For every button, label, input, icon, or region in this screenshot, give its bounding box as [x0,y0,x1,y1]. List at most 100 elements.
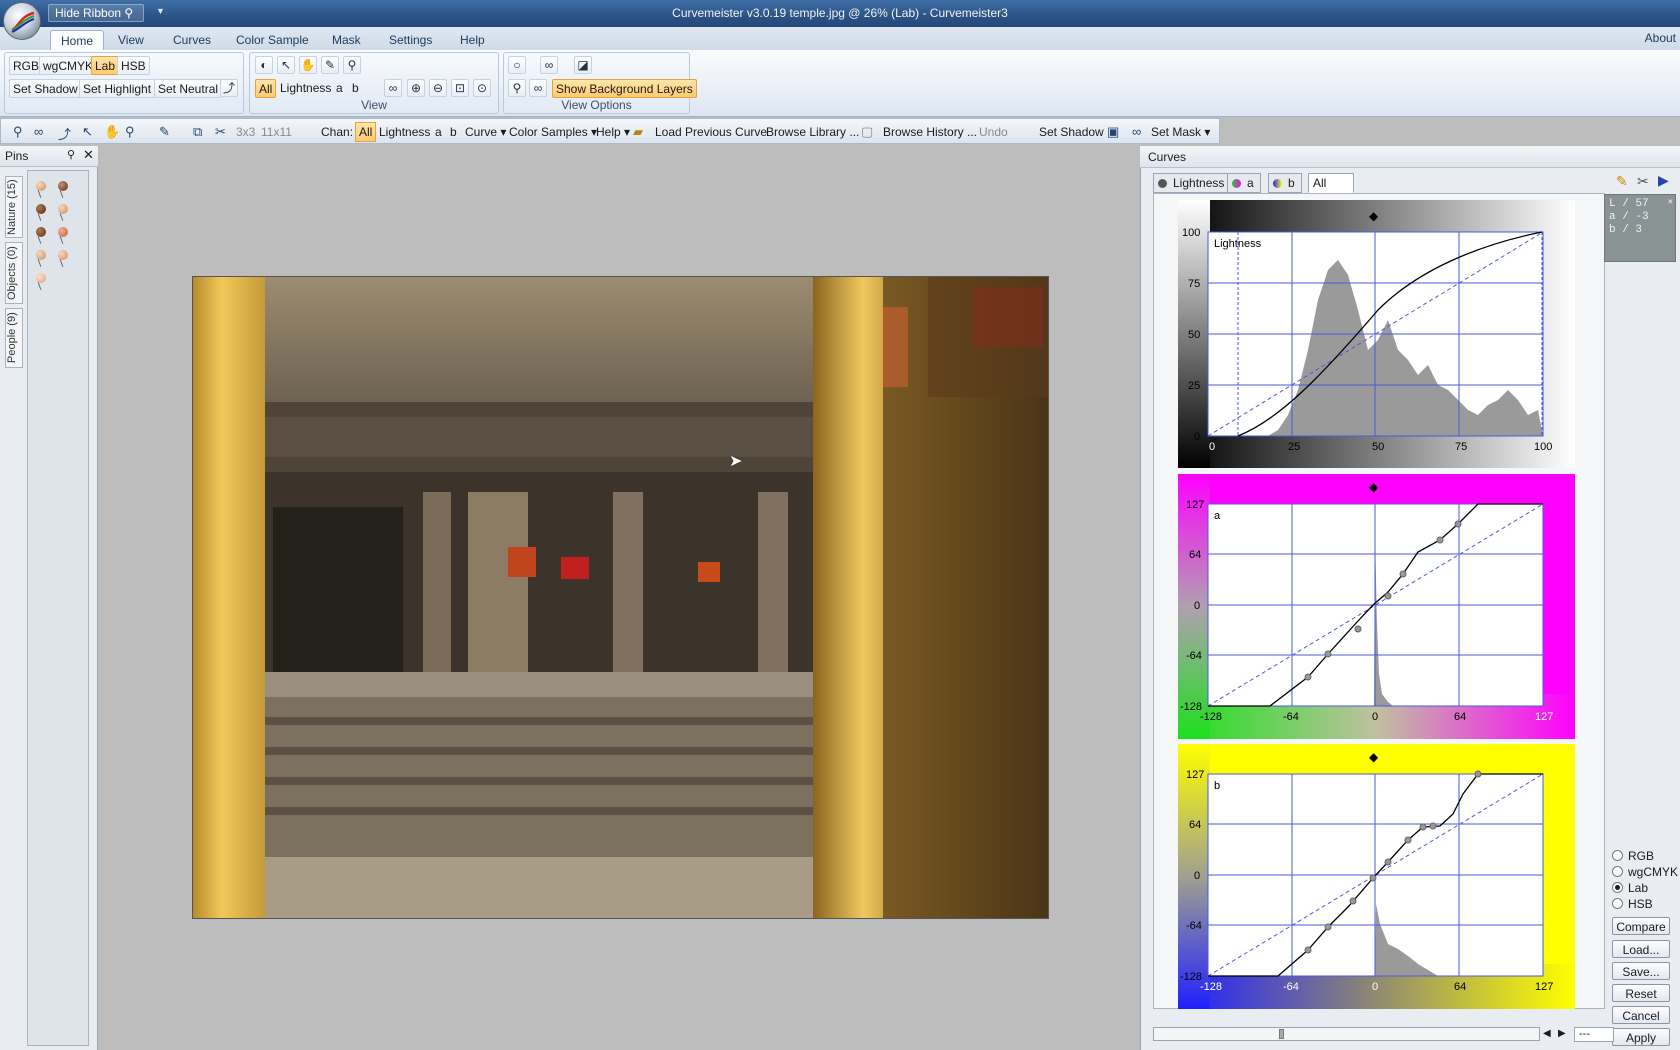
browse-library-button[interactable]: Browse Library ... [766,125,859,139]
pin-item[interactable] [58,227,68,237]
hand-tool-icon[interactable]: ✋ [104,124,120,140]
app-menu-button[interactable] [3,2,41,40]
sample-3x3-button[interactable]: 3x3 [236,125,255,139]
compare-button[interactable]: Compare [1612,917,1670,935]
radio-hsb[interactable]: HSB [1612,897,1653,911]
temple-photo[interactable] [192,276,1049,919]
mask-tool-icon[interactable]: ∞ [34,124,43,139]
pin-item[interactable] [58,250,68,260]
tab-objects[interactable]: Objects (0) [5,242,23,304]
tab-color-sample[interactable]: Color Sample [226,30,319,50]
curve-tool-icon[interactable]: ◐ [255,56,273,74]
expand-arrows-icon[interactable]: ◆ [1369,209,1379,223]
about-link[interactable]: About [1645,31,1676,45]
reset-button[interactable]: Reset [1612,984,1670,1002]
tab-people[interactable]: People (9) [5,308,23,368]
eyedropper-icon[interactable]: ✎ [159,124,170,140]
tab-settings[interactable]: Settings [379,30,442,50]
zoom-out-icon[interactable]: ⊖ [429,79,447,97]
browse-history-button[interactable]: Browse History ... [883,125,977,139]
pushpin-icon[interactable]: ⚲ [67,148,75,161]
show-background-layers-button[interactable]: Show Background Layers [552,79,697,98]
pin-item[interactable] [36,250,46,260]
history-icon[interactable]: ▢ [861,124,873,140]
zoom-actual-icon[interactable]: ⊙ [473,79,491,97]
apply-button[interactable]: Apply [1612,1028,1670,1046]
pin-item[interactable] [58,204,68,214]
zoom-fit-icon[interactable]: ⊡ [451,79,469,97]
radio-wgcmyk[interactable]: wgCMYK [1612,865,1678,879]
pin-item[interactable] [58,181,68,191]
auto-curve-icon[interactable]: ⤴ [220,79,238,97]
mask-toggle-icon[interactable]: ∞ [384,79,402,97]
tab-help[interactable]: Help [450,30,495,50]
chan-b-button[interactable]: b [450,125,457,139]
magnifier-icon[interactable]: ⚲ [343,56,361,74]
view-all-button[interactable]: All [255,79,277,98]
scrollbar-thumb[interactable] [1279,1029,1284,1039]
color-samples-menu[interactable]: Color Samples ▾ [509,125,597,139]
save-button[interactable]: Save... [1612,962,1670,980]
cancel-button[interactable]: Cancel [1612,1006,1670,1024]
pin-item[interactable] [36,181,46,191]
undo-button[interactable]: Undo [979,125,1008,139]
view-lightness-button[interactable]: Lightness [277,79,334,98]
tab-view[interactable]: View [108,30,154,50]
view-a-button[interactable]: a [333,79,346,98]
help-menu[interactable]: Help ▾ [596,125,630,139]
quick-access-dropdown-icon[interactable]: ▼ [156,6,165,16]
mask-view-icon[interactable]: ∞ [540,56,558,74]
tab-nature[interactable]: Nature (15) [5,176,23,238]
mode-lab-button[interactable]: Lab [91,56,120,75]
mode-rgb-button[interactable]: RGB [9,56,44,75]
expand-arrows-icon[interactable]: ◆ [1369,750,1379,764]
zoom-in-icon[interactable]: ⊕ [407,79,425,97]
lightness-curve-graph[interactable]: Lightness 100 75 50 25 0 0 25 50 75 100 … [1178,200,1575,468]
pin-tool-icon[interactable]: ⚲ [13,124,23,140]
sample-11x11-button[interactable]: 11x11 [261,125,292,139]
pin-item[interactable] [36,204,46,214]
copy-icon[interactable]: ⧉ [193,124,202,140]
curve-tab-all[interactable]: All [1308,173,1354,193]
curve-scrollbar[interactable] [1153,1027,1540,1041]
edit-curve-icon[interactable]: ✎ [1616,173,1628,190]
chan-a-button[interactable]: a [435,125,442,139]
hide-ribbon-button[interactable]: Hide Ribbon ⚲ [48,4,144,22]
zoom-input[interactable]: --- [1574,1027,1614,1042]
tab-home[interactable]: Home [50,30,105,50]
set-neutral-button[interactable]: Set Neutral [154,79,223,98]
chan-lightness-button[interactable]: Lightness [379,125,430,139]
radio-rgb[interactable]: RGB [1612,849,1654,863]
close-icon[interactable]: ✕ [83,147,94,163]
b-curve-graph[interactable]: b 127 64 0 -64 -128 -128 -64 0 64 127 ◆ [1178,744,1575,1009]
tab-mask[interactable]: Mask [322,30,371,50]
eyedropper-icon[interactable]: ✎ [321,56,339,74]
curve-edit-icon[interactable]: ⤴ [58,124,71,143]
mode-wgcmyk-button[interactable]: wgCMYK [39,56,98,75]
set-highlight-button[interactable]: Set Highlight [79,79,156,98]
view-b-button[interactable]: b [349,79,362,98]
curve-tab-a[interactable]: a [1227,173,1261,193]
set-shadow-toolbar-button[interactable]: Set Shadow [1039,125,1104,139]
mode-hsb-button[interactable]: HSB [117,56,150,75]
curve-tab-b[interactable]: b [1268,173,1302,193]
mask-link-icon[interactable]: ∞ [529,79,547,97]
chan-all-button[interactable]: All [355,122,377,142]
close-icon[interactable]: ✕ [1668,196,1673,209]
pin-tool-icon[interactable]: ⚲ [508,79,526,97]
a-curve-graph[interactable]: a 127 64 0 -64 -128 -128 -64 0 64 127 ◆ [1178,474,1575,739]
save-icon[interactable]: ▣ [1107,124,1119,140]
wrench-icon[interactable]: ✂ [215,124,226,140]
curve-menu[interactable]: Curve ▾ [465,125,506,139]
load-previous-curve-button[interactable]: Load Previous Curve [655,125,767,139]
expand-arrows-icon[interactable]: ◆ [1369,480,1379,494]
radio-lab[interactable]: Lab [1612,881,1648,895]
set-shadow-button[interactable]: Set Shadow [9,79,82,98]
folder-icon[interactable]: ▰ [633,124,643,140]
mask-icon[interactable]: ∞ [1132,124,1141,139]
scroll-left-icon[interactable]: ◀ [1543,1028,1551,1039]
hand-tool-icon[interactable]: ✋ [299,56,317,74]
pin-item[interactable] [36,227,46,237]
zoom-tool-icon[interactable]: ⚲ [125,124,135,140]
pin-item[interactable] [36,273,46,283]
